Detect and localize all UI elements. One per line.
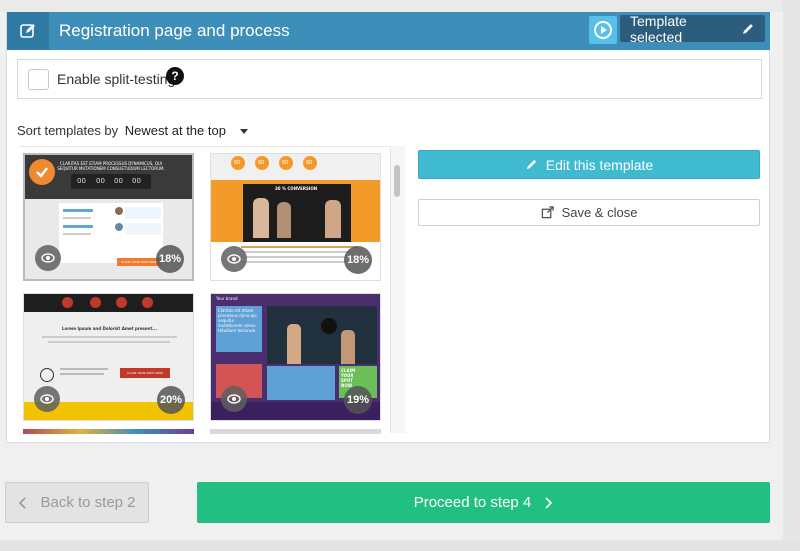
top-frame	[0, 0, 800, 12]
conversion-badge: 19%	[344, 386, 372, 414]
eye-icon[interactable]	[34, 386, 60, 412]
pencil-icon	[526, 159, 536, 170]
template-thumb[interactable]: CLARITAS EST ETIAM PROCESSUS DYNAMICUS, …	[23, 153, 194, 281]
thumb-headline: CLARITAS EST ETIAM PROCESSUS DYNAMICUS, …	[57, 161, 165, 171]
eye-icon[interactable]	[221, 246, 247, 272]
bottom-strip	[0, 540, 800, 551]
pencil-icon	[743, 23, 754, 34]
split-testing-checkbox[interactable]	[28, 69, 49, 90]
sort-row[interactable]: Sort templates by Newest at the top	[17, 123, 248, 138]
external-link-icon	[541, 206, 554, 219]
proceed-step-button[interactable]: Proceed to step 4	[197, 482, 770, 523]
save-close-button[interactable]: Save & close	[418, 199, 760, 226]
thumb-countdown: 00 00 00 00	[71, 174, 151, 189]
check-icon	[29, 159, 55, 185]
template-selected-label: Template selected	[630, 12, 687, 45]
gallery-scrollbar-thumb[interactable]	[394, 165, 400, 197]
conversion-badge: 20%	[157, 386, 185, 414]
proceed-step-label: Proceed to step 4	[413, 494, 532, 511]
back-step-button[interactable]: Back to step 2	[5, 482, 149, 523]
panel-header: Registration page and process Template s…	[7, 12, 770, 50]
split-testing-label: Enable split-testing	[57, 71, 176, 87]
chevron-left-icon	[19, 496, 27, 509]
template-thumb[interactable]: Lorem Ipsum and Dolorsit Amet present...…	[23, 293, 194, 421]
edit-template-label: Edit this template	[545, 156, 654, 173]
page-title: Registration page and process	[59, 21, 290, 40]
split-testing-box: Enable split-testing ?	[17, 59, 762, 99]
back-step-label: Back to step 2	[40, 494, 136, 511]
eye-icon[interactable]	[35, 245, 61, 271]
template-thumb-partial	[23, 429, 194, 434]
template-selected-button[interactable]: Template selected	[620, 12, 765, 45]
thumb-headline: Lorem Ipsum and Dolorsit Amet present...	[62, 326, 157, 331]
save-close-label: Save & close	[561, 205, 638, 220]
caret-down-icon[interactable]	[239, 129, 248, 135]
template-thumb[interactable]: 00 00 00 00 30 % CONVERSION 18%	[210, 153, 381, 281]
registration-panel: Registration page and process Template s…	[6, 12, 770, 443]
chevron-right-icon	[545, 496, 553, 509]
question-icon[interactable]: ?	[166, 67, 184, 85]
conversion-badge: 18%	[344, 246, 372, 274]
sort-label: Sort templates by	[17, 123, 119, 138]
thumb-brand: Your brand	[216, 296, 238, 301]
edit-icon	[7, 12, 49, 50]
right-frame	[783, 0, 800, 551]
eye-icon[interactable]	[221, 386, 247, 412]
play-circle-icon[interactable]	[589, 16, 617, 44]
sort-select[interactable]: Newest at the top	[125, 123, 226, 138]
edit-template-button[interactable]: Edit this template	[418, 150, 760, 179]
template-thumb[interactable]: Your brand Claritas est etiam processus …	[210, 293, 381, 421]
template-thumb-partial	[210, 429, 381, 434]
template-gallery: CLARITAS EST ETIAM PROCESSUS DYNAMICUS, …	[19, 146, 404, 434]
conversion-badge: 18%	[156, 245, 184, 273]
